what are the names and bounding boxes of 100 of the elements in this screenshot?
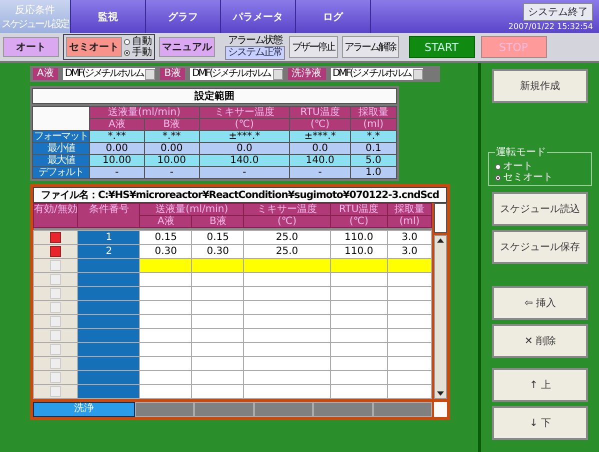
table-cell[interactable]	[192, 342, 244, 356]
radio-icon[interactable]	[495, 164, 502, 170]
table-cell[interactable]	[192, 300, 244, 314]
radio-option[interactable]: 自動	[124, 36, 152, 47]
scrollbar[interactable]	[434, 235, 447, 399]
radio-icon[interactable]	[124, 38, 130, 44]
mode-button[interactable]: オート	[3, 37, 59, 57]
table-cell[interactable]	[388, 272, 432, 286]
table-cell[interactable]	[330, 286, 388, 300]
table-cell[interactable]	[330, 314, 388, 328]
edit-button[interactable]: ↑ 上	[492, 368, 588, 402]
settings-title: 設定範囲	[32, 88, 397, 104]
table-cell[interactable]	[192, 272, 244, 286]
table-cell: 10.00	[90, 154, 144, 166]
table-cell[interactable]	[244, 342, 330, 356]
table-cell[interactable]: 3.0	[388, 244, 432, 258]
mode-button[interactable]: マニュアル	[159, 37, 215, 57]
schedule-button[interactable]: スケジュール読込	[492, 192, 588, 226]
table-cell[interactable]	[140, 328, 192, 342]
liquid-select[interactable]: DMF(ジメチルホルム	[190, 68, 282, 80]
table-cell[interactable]	[388, 370, 432, 384]
table-cell[interactable]: 25.0	[244, 244, 330, 258]
table-cell[interactable]	[330, 356, 388, 370]
alarm-reset-button[interactable]: アラーム解除	[342, 36, 398, 58]
table-cell[interactable]	[330, 328, 388, 342]
table-cell[interactable]	[140, 258, 192, 272]
table-cell[interactable]	[192, 314, 244, 328]
table-cell[interactable]	[192, 286, 244, 300]
enable-checkbox[interactable]	[50, 232, 62, 243]
table-cell[interactable]	[244, 384, 330, 398]
table-cell[interactable]	[244, 314, 330, 328]
table-cell[interactable]	[388, 314, 432, 328]
column-subheader: (℃)	[199, 118, 290, 130]
table-cell[interactable]	[140, 356, 192, 370]
table-cell[interactable]	[244, 272, 330, 286]
table-cell[interactable]	[140, 384, 192, 398]
system-exit-button[interactable]: システム終了	[523, 2, 593, 20]
table-cell[interactable]: 0.15	[192, 230, 244, 244]
table-cell[interactable]: 25.0	[244, 230, 330, 244]
table-cell[interactable]	[244, 258, 330, 272]
dropdown-icon[interactable]	[412, 68, 423, 80]
table-cell[interactable]	[192, 370, 244, 384]
table-cell[interactable]	[244, 328, 330, 342]
table-cell[interactable]	[192, 258, 244, 272]
table-cell[interactable]	[140, 286, 192, 300]
table-cell[interactable]	[140, 314, 192, 328]
table-cell[interactable]	[388, 286, 432, 300]
table-cell[interactable]	[140, 272, 192, 286]
table-cell[interactable]	[140, 370, 192, 384]
table-cell[interactable]	[244, 356, 330, 370]
table-cell[interactable]	[330, 342, 388, 356]
schedule-button[interactable]: スケジュール保存	[492, 230, 588, 264]
enable-checkbox[interactable]	[50, 246, 62, 257]
table-cell[interactable]: 0.30	[192, 244, 244, 258]
mode-button[interactable]: セミオート	[66, 37, 122, 57]
table-cell[interactable]: 110.0	[330, 230, 388, 244]
table-cell[interactable]	[388, 300, 432, 314]
scroll-down-icon[interactable]	[437, 391, 444, 396]
table-cell[interactable]	[330, 272, 388, 286]
table-cell[interactable]	[388, 258, 432, 272]
table-cell[interactable]	[244, 300, 330, 314]
radio-option[interactable]: 手動	[124, 47, 152, 58]
liquid-select[interactable]: DMF(ジメチルホルム	[62, 68, 156, 80]
edit-button[interactable]: ⇦ 挿入	[492, 286, 588, 320]
table-cell[interactable]	[244, 286, 330, 300]
table-cell[interactable]	[192, 356, 244, 370]
table-cell[interactable]	[140, 342, 192, 356]
radio-option[interactable]: オート	[495, 161, 586, 172]
table-cell[interactable]	[330, 258, 388, 272]
new-button[interactable]: 新規作成	[492, 69, 588, 103]
radio-icon[interactable]	[495, 174, 502, 180]
table-cell: -	[199, 166, 290, 178]
scroll-up-icon[interactable]	[437, 238, 444, 243]
liquid-select[interactable]: DMF(ジメチルホルム	[330, 68, 423, 80]
table-cell[interactable]: 110.0	[330, 244, 388, 258]
column-header: ミキサー温度	[244, 204, 330, 216]
radio-option[interactable]: セミオート	[495, 172, 586, 183]
dropdown-icon[interactable]	[145, 68, 156, 80]
table-cell: 0.0	[290, 142, 350, 154]
table-cell[interactable]	[330, 300, 388, 314]
table-cell[interactable]	[192, 384, 244, 398]
table-cell[interactable]	[192, 328, 244, 342]
table-cell[interactable]: 0.30	[140, 244, 192, 258]
table-cell[interactable]	[388, 328, 432, 342]
radio-icon[interactable]	[124, 50, 130, 56]
table-cell[interactable]	[330, 370, 388, 384]
dropdown-icon[interactable]	[272, 68, 282, 80]
table-cell[interactable]	[244, 370, 330, 384]
table-cell[interactable]	[140, 300, 192, 314]
table-cell[interactable]	[388, 384, 432, 398]
edit-button[interactable]: ↓ 下	[492, 406, 588, 440]
column-header: 採取量	[388, 204, 432, 216]
table-cell[interactable]	[388, 342, 432, 356]
start-button[interactable]: START	[408, 36, 474, 58]
table-cell[interactable]: 0.15	[140, 230, 192, 244]
table-cell[interactable]	[388, 356, 432, 370]
table-cell[interactable]: 3.0	[388, 230, 432, 244]
table-cell[interactable]	[330, 384, 388, 398]
buzzer-stop-button[interactable]: ブザー停止	[289, 36, 338, 58]
edit-button[interactable]: ✕ 削除	[492, 324, 588, 358]
